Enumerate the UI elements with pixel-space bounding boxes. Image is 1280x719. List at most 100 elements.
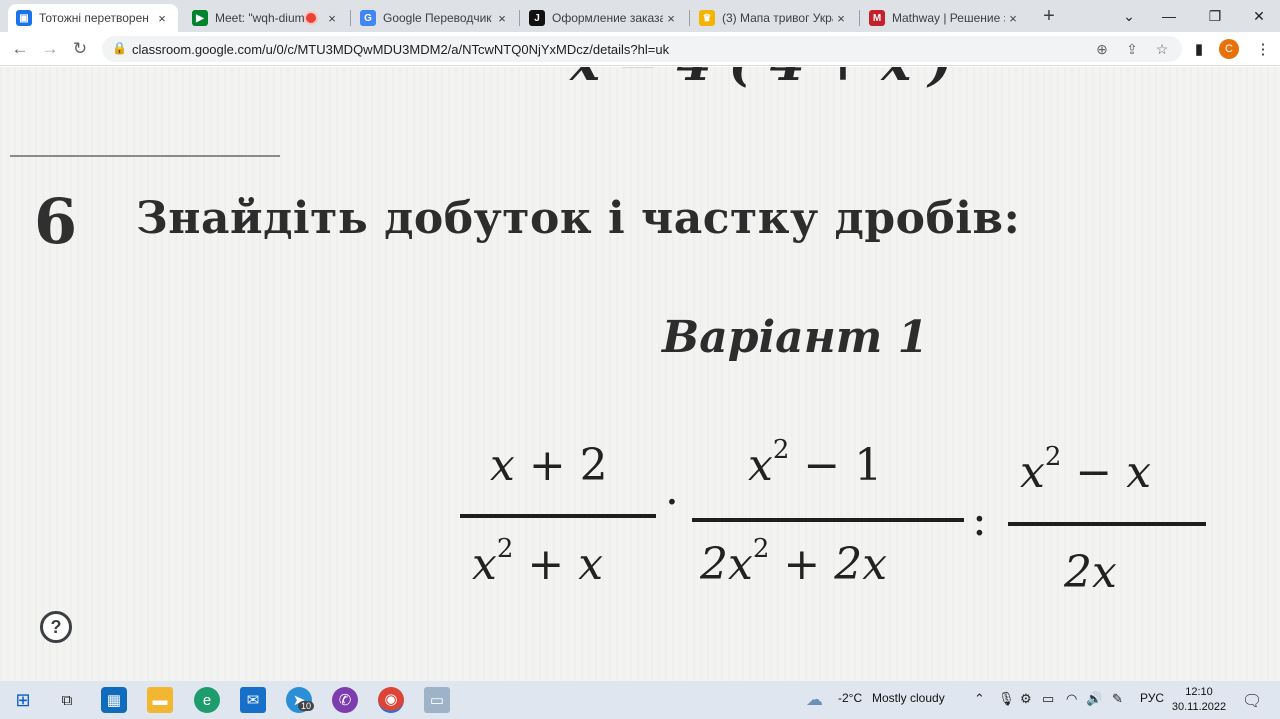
menu-icon[interactable]: ⋮: [1252, 38, 1274, 60]
windows-start-icon[interactable]: ⊞: [10, 687, 36, 713]
term: + x: [513, 539, 604, 590]
notifications-icon[interactable]: 🗨: [1242, 691, 1262, 711]
task-heading: Знайдіть добуток і частку дробів:: [136, 193, 1021, 244]
mathway-icon: M: [869, 10, 885, 26]
close-icon[interactable]: ×: [324, 10, 340, 26]
tab-divider: [859, 10, 860, 26]
document-image: x − 4 ( 4 + x ) 6 Знайдіть добуток і час…: [0, 67, 1280, 681]
volume-icon[interactable]: 🔊: [1086, 691, 1102, 707]
term: + 2: [514, 440, 608, 491]
exponent: 2: [1044, 442, 1062, 473]
reload-button[interactable]: ↻: [68, 37, 92, 61]
tab-divider: [689, 10, 690, 26]
exponent: 2: [772, 435, 790, 466]
date: 30.11.2022: [1171, 701, 1227, 713]
divider-line: [10, 155, 280, 157]
order-icon: J: [529, 10, 545, 26]
close-icon[interactable]: ×: [154, 10, 170, 26]
classroom-icon: ▣: [16, 10, 32, 26]
var-x: x: [748, 440, 773, 491]
task-number: 6: [34, 185, 78, 258]
weather-temp[interactable]: -2°C: [838, 691, 862, 705]
mail-icon[interactable]: ✉: [240, 687, 266, 713]
close-icon[interactable]: ×: [1005, 10, 1021, 26]
multiply-operator: ·: [665, 477, 679, 528]
fraction-3-numerator: x2 − x: [1020, 442, 1152, 498]
help-button[interactable]: ?: [40, 611, 72, 643]
lock-icon[interactable]: 🔒: [112, 41, 127, 55]
tab-meet[interactable]: ▶ Meet: "wqh-dium ×: [184, 4, 348, 32]
new-tab-button[interactable]: +: [1038, 5, 1060, 27]
microphone-icon[interactable]: 🎙: [998, 691, 1015, 707]
minimize-button[interactable]: —: [1146, 0, 1192, 32]
fraction-2-bar: [692, 518, 964, 522]
clipped-formula: x − 4 ( 4 + x ): [570, 67, 952, 92]
close-icon[interactable]: ×: [494, 10, 510, 26]
tab-title: Тотожні перетворен: [39, 11, 149, 25]
viber-icon[interactable]: ✆: [332, 687, 358, 713]
close-icon[interactable]: ×: [663, 10, 679, 26]
tab-strip: ▣ Тотожні перетворен × ▶ Meet: "wqh-dium…: [0, 0, 1280, 32]
edge-icon[interactable]: e: [194, 687, 220, 713]
time: 12:10: [1185, 686, 1213, 698]
fraction-1-numerator: x + 2: [490, 440, 608, 491]
fraction-1-denominator: x2 + x: [472, 534, 604, 590]
close-window-button[interactable]: ✕: [1236, 0, 1280, 32]
weather-desc[interactable]: Mostly cloudy: [872, 691, 945, 705]
fraction-1-bar: [460, 514, 656, 518]
fraction-2-numerator: x2 − 1: [748, 435, 883, 491]
store-icon[interactable]: ▦: [101, 687, 127, 713]
side-panel-icon[interactable]: ▮: [1188, 38, 1210, 60]
var-x: x: [490, 440, 515, 491]
translate-icon: G: [360, 10, 376, 26]
share-icon[interactable]: ⇪: [1122, 39, 1142, 59]
back-button[interactable]: ←: [8, 37, 32, 61]
var-x: x: [1020, 447, 1045, 498]
tab-order[interactable]: J Оформление заказа ×: [521, 4, 687, 32]
tab-divider: [350, 10, 351, 26]
tab-mathway[interactable]: M Mathway | Решение з ×: [861, 4, 1029, 32]
term: − 1: [789, 440, 883, 491]
close-icon[interactable]: ×: [833, 10, 849, 26]
clock[interactable]: 12:10 30.11.2022: [1166, 685, 1232, 715]
zoom-icon[interactable]: ⊕: [1092, 39, 1112, 59]
tab-title: (3) Мапа тривог Укра: [722, 11, 833, 25]
variant-title: Варіант 1: [662, 312, 929, 363]
tab-translate[interactable]: G Google Переводчик ×: [352, 4, 518, 32]
tab-alert-map[interactable]: ♛ (3) Мапа тривог Укра ×: [691, 4, 857, 32]
fraction-3-denominator: 2x: [1064, 547, 1117, 598]
tab-title: Google Переводчик: [383, 11, 492, 25]
app-window-icon[interactable]: ▭: [424, 687, 450, 713]
pen-icon[interactable]: ✎: [1112, 691, 1123, 707]
term: + 2x: [769, 539, 888, 590]
tab-divider: [519, 10, 520, 26]
battery-icon[interactable]: ▭: [1042, 691, 1054, 707]
exponent: 2: [752, 534, 770, 565]
bookmark-star-icon[interactable]: ☆: [1152, 39, 1172, 59]
task-view-icon[interactable]: ⧉: [54, 687, 80, 713]
meet-tray-icon[interactable]: ⚙: [1020, 691, 1032, 707]
tab-title: Оформление заказа: [552, 11, 663, 25]
file-explorer-icon[interactable]: ▬: [147, 687, 173, 713]
fraction-3-bar: [1008, 522, 1206, 526]
notification-badge: 10: [298, 701, 315, 711]
windows-taskbar: ⊞ ⧉ ▦ ▬ e ✉ ➤ 10 ✆ ◉ ▭ ☁ -2°C Mostly clo…: [0, 681, 1280, 719]
wifi-icon[interactable]: ◠: [1066, 691, 1077, 707]
meet-icon: ▶: [192, 10, 208, 26]
restore-button[interactable]: ❐: [1192, 0, 1238, 32]
fraction-2-denominator: 2x2 + 2x: [700, 534, 888, 590]
language-indicator[interactable]: РУС: [1140, 691, 1164, 705]
weather-cloud-icon[interactable]: ☁: [806, 690, 823, 710]
profile-avatar[interactable]: C: [1219, 39, 1239, 59]
term: − x: [1061, 447, 1152, 498]
chevron-up-icon[interactable]: ⌃: [974, 691, 985, 707]
chrome-icon[interactable]: ◉: [378, 687, 404, 713]
forward-button[interactable]: →: [38, 37, 62, 61]
recording-icon: [306, 13, 316, 23]
term: 2x: [700, 539, 753, 590]
url-text[interactable]: classroom.google.com/u/0/c/MTU3MDQwMDU3M…: [132, 42, 669, 57]
address-bar[interactable]: 🔒 classroom.google.com/u/0/c/MTU3MDQwMDU…: [102, 36, 1182, 62]
tab-classroom[interactable]: ▣ Тотожні перетворен ×: [8, 4, 178, 32]
exponent: 2: [496, 534, 514, 565]
term: 2x: [1064, 547, 1117, 598]
